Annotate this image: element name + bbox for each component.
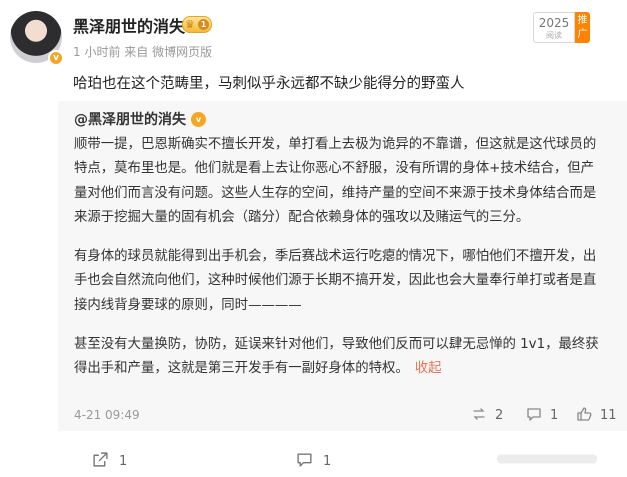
repost-like-button[interactable]: 11 [576, 406, 617, 423]
repost-icon [473, 408, 485, 420]
author-name[interactable]: 黑泽朋世的消失 [73, 13, 185, 37]
repost-date[interactable]: 4-21 09:49 [74, 408, 140, 422]
repost-paragraph-1: 顺带一提，巴恩斯确实不擅长开发，单打看上去极为诡异的不靠谱，但这就是这代球员的特… [74, 137, 597, 225]
thumbs-up-icon [577, 407, 592, 421]
year-badge-year: 2025 [538, 16, 570, 30]
comment-button[interactable]: 1 [296, 451, 331, 469]
comment-icon [297, 453, 312, 467]
repost-repost-button[interactable]: 2 [471, 406, 503, 423]
year-badge-sub: 阅读 [546, 31, 562, 40]
repost-comment-button[interactable]: 1 [526, 406, 558, 423]
repost-paragraph-2: 有身体的球员就能得到出手机会，季后赛战术运行吃瘪的情况下，哪怕他们不擅开发，出手… [74, 249, 597, 313]
comment-icon [527, 408, 541, 421]
comment-count: 1 [323, 454, 332, 469]
repost-body: 顺带一提，巴恩斯确实不擅长开发，单打看上去极为诡异的不靠谱，但这就是这代球员的特… [74, 133, 604, 397]
action-bar: 1 1 [0, 443, 627, 477]
collapse-link[interactable]: 收起 [415, 361, 442, 376]
repost-author[interactable]: @黑泽朋世的消失 [74, 109, 186, 129]
member-level: 1 [198, 19, 209, 30]
push-badge[interactable]: 推广 [575, 12, 590, 43]
share-icon [93, 452, 108, 467]
post-meta: 1 小时前 来自 微博网页版 [73, 43, 212, 60]
like-button[interactable] [497, 451, 607, 469]
repost-paragraph-3-text: 甚至没有大量换防，协防，延误来针对他们，导致他们反而可以肆无忌惮的 1v1，最终… [74, 337, 599, 377]
verified-icon: v [48, 50, 64, 66]
post-source: 来自 微博网页版 [124, 45, 213, 59]
year-badge: 2025 阅读 [533, 12, 575, 43]
repost-comment-count: 1 [550, 408, 559, 423]
repost-verified-icon: v [191, 112, 206, 127]
repost-count: 1 [119, 454, 128, 469]
post-time[interactable]: 1 小时前 [73, 45, 120, 59]
post-text: 哈珀也在这个范畴里，马刺似乎永远都不缺少能得分的野蛮人 [73, 76, 465, 92]
crown-icon: ♛ [185, 18, 195, 31]
blurred-like-area [497, 454, 597, 464]
repost-paragraph-3: 甚至没有大量换防，协防，延误来针对他们，导致他们反而可以肆无忌惮的 1v1，最终… [74, 333, 604, 382]
repost-button[interactable]: 1 [92, 451, 127, 469]
repost-repost-count: 2 [495, 408, 504, 423]
repost-like-count: 11 [600, 408, 617, 423]
member-badge[interactable]: ♛ 1 [182, 16, 212, 33]
repost-card: @黑泽朋世的消失 v 顺带一提，巴恩斯确实不擅长开发，单打看上去极为诡异的不靠谱… [58, 101, 627, 431]
